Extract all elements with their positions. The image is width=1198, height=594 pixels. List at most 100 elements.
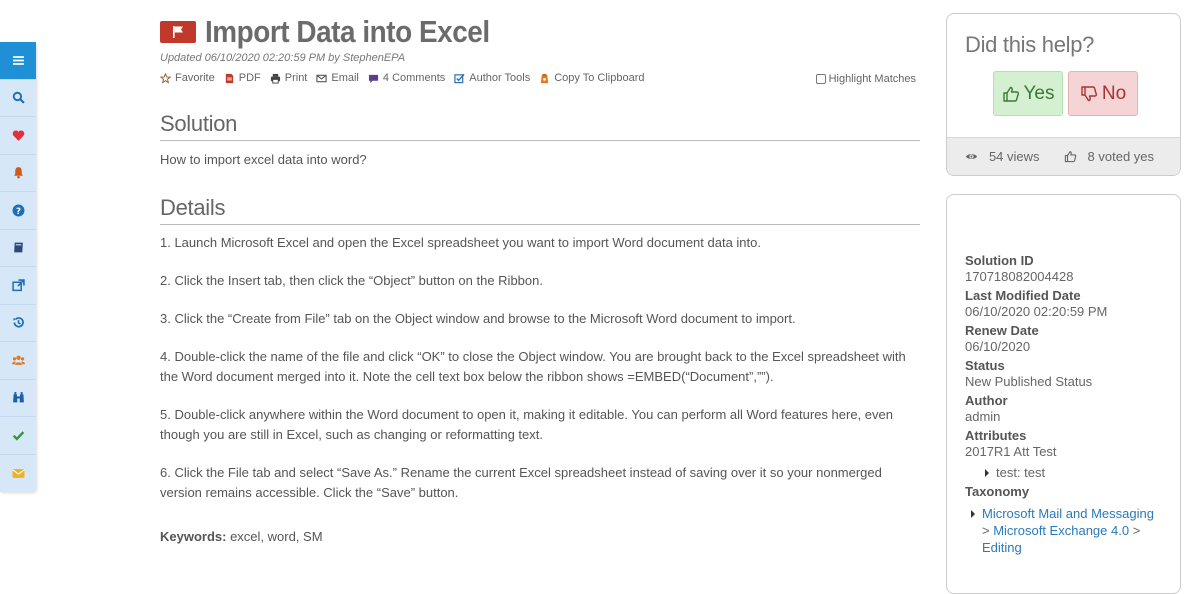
solution-heading: Solution bbox=[160, 111, 920, 141]
step-2: 2. Click the Insert tab, then click the … bbox=[160, 273, 543, 288]
left-toolbar: ? bbox=[0, 42, 36, 492]
keywords-label: Keywords: bbox=[160, 529, 227, 544]
metadata-panel: Solution ID 170718082004428 Last Modifie… bbox=[946, 194, 1181, 594]
pdf-link[interactable]: PDF bbox=[224, 72, 261, 84]
attribute-item-label: test: test bbox=[996, 465, 1046, 480]
favorite-label: Favorite bbox=[175, 72, 215, 84]
step-1: 1. Launch Microsoft Excel and open the E… bbox=[160, 235, 761, 250]
comment-icon bbox=[368, 74, 378, 83]
copy-clipboard-link[interactable]: Copy To Clipboard bbox=[539, 72, 645, 84]
vote-yes-label: Yes bbox=[1023, 82, 1055, 104]
history-button[interactable] bbox=[0, 305, 36, 342]
email-icon bbox=[316, 74, 328, 82]
community-button[interactable] bbox=[0, 342, 36, 380]
email-link[interactable]: Email bbox=[316, 72, 359, 84]
vote-yes-button[interactable]: Yes bbox=[993, 71, 1063, 116]
step-6: 6. Click the File tab and select “Save A… bbox=[160, 465, 882, 500]
action-bar: Favorite PDF Print Email 4 Comments Auth… bbox=[160, 70, 920, 86]
favorite-link[interactable]: Favorite bbox=[160, 72, 215, 84]
envelope-icon bbox=[11, 468, 25, 478]
pdf-icon bbox=[225, 73, 233, 83]
taxonomy-path: Microsoft Mail and Messaging > Microsoft… bbox=[971, 505, 1180, 556]
renew-date-label: Renew Date bbox=[965, 323, 1039, 338]
notifications-button[interactable] bbox=[0, 155, 36, 192]
solution-text: How to import excel data into word? bbox=[160, 152, 367, 167]
browse-button[interactable] bbox=[0, 380, 36, 417]
views-count: 54 views bbox=[988, 149, 1040, 164]
help-button[interactable]: ? bbox=[0, 192, 36, 230]
article-main: Import Data into Excel Updated 06/10/202… bbox=[160, 14, 920, 544]
heart-icon bbox=[12, 130, 24, 141]
check-icon bbox=[12, 430, 24, 441]
external-link-icon bbox=[11, 279, 25, 291]
thumbs-up-small-icon bbox=[1064, 151, 1076, 163]
vote-no-label: No bbox=[1101, 82, 1127, 104]
highlight-label: Highlight Matches bbox=[828, 73, 916, 85]
messages-button[interactable] bbox=[0, 455, 36, 493]
details-heading: Details bbox=[160, 195, 920, 225]
details-steps: 1. Launch Microsoft Excel and open the E… bbox=[160, 233, 920, 503]
pdf-label: PDF bbox=[238, 72, 261, 84]
users-icon bbox=[11, 355, 25, 365]
author-tools-label: Author Tools bbox=[469, 72, 531, 84]
clipboard-icon bbox=[541, 73, 549, 83]
menu-button[interactable] bbox=[0, 42, 36, 80]
knowledge-base-button[interactable] bbox=[0, 230, 36, 267]
solution-id-value: 170718082004428 bbox=[965, 269, 1074, 284]
flag-icon[interactable] bbox=[160, 21, 196, 43]
status-label: Status bbox=[965, 358, 1005, 373]
bell-icon bbox=[13, 167, 23, 179]
question-icon: ? bbox=[12, 204, 24, 217]
binoculars-icon bbox=[12, 392, 24, 403]
status-value: New Published Status bbox=[965, 374, 1093, 389]
step-5: 5. Double-click anywhere within the Word… bbox=[160, 407, 893, 442]
menu-icon bbox=[12, 55, 24, 65]
highlight-matches-toggle[interactable]: Highlight Matches bbox=[815, 73, 916, 85]
author-value: admin bbox=[965, 409, 1001, 424]
attributes-value: 2017R1 Att Test bbox=[965, 444, 1057, 459]
last-modified-value: 06/10/2020 02:20:59 PM bbox=[965, 304, 1108, 319]
views-stat: 54 views bbox=[965, 149, 1048, 164]
edit-check-icon bbox=[454, 73, 465, 83]
author-tools-link[interactable]: Author Tools bbox=[454, 72, 530, 84]
voted-stat: 8 voted yes bbox=[1064, 149, 1163, 164]
search-icon bbox=[12, 92, 25, 104]
print-label: Print bbox=[284, 72, 308, 84]
vote-row: Yes No bbox=[993, 71, 1180, 116]
title-row: Import Data into Excel bbox=[160, 14, 920, 50]
thumbs-down-icon bbox=[1081, 85, 1097, 101]
search-button[interactable] bbox=[0, 80, 36, 117]
taxonomy-link-editing[interactable]: Editing bbox=[982, 540, 1022, 555]
page-title: Import Data into Excel bbox=[205, 14, 490, 49]
svg-text:?: ? bbox=[15, 207, 20, 217]
open-external-button[interactable] bbox=[0, 267, 36, 305]
taxonomy-separator: > bbox=[982, 523, 994, 538]
voted-count: 8 voted yes bbox=[1087, 149, 1155, 164]
taxonomy-separator: > bbox=[1129, 523, 1141, 538]
book-icon bbox=[13, 242, 23, 253]
attribute-item[interactable]: test: test bbox=[985, 465, 1180, 480]
comments-link[interactable]: 4 Comments bbox=[368, 72, 445, 84]
printer-icon bbox=[270, 73, 280, 84]
feedback-title: Did this help? bbox=[965, 32, 1095, 57]
taxonomy-link-mail-messaging[interactable]: Microsoft Mail and Messaging bbox=[982, 505, 1154, 522]
caret-right-icon bbox=[985, 468, 989, 477]
caret-right-icon bbox=[971, 509, 975, 518]
comments-label: 4 Comments bbox=[382, 72, 446, 84]
print-link[interactable]: Print bbox=[270, 72, 308, 84]
highlight-checkbox[interactable] bbox=[815, 74, 826, 84]
renew-date-value: 06/10/2020 bbox=[965, 339, 1031, 354]
author-label: Author bbox=[965, 393, 1008, 408]
favorites-button[interactable] bbox=[0, 117, 36, 155]
keywords-value: excel, word, SM bbox=[226, 529, 323, 544]
history-icon bbox=[12, 317, 24, 328]
eye-icon bbox=[965, 154, 978, 159]
step-3: 3. Click the “Create from File” tab on t… bbox=[160, 311, 796, 326]
thumbs-up-icon bbox=[1002, 86, 1019, 102]
step-4: 4. Double-click the name of the file and… bbox=[160, 349, 906, 384]
vote-no-button[interactable]: No bbox=[1068, 71, 1138, 116]
taxonomy-link-exchange[interactable]: Microsoft Exchange 4.0 bbox=[993, 523, 1129, 538]
approvals-button[interactable] bbox=[0, 417, 36, 455]
star-icon bbox=[160, 72, 171, 84]
taxonomy-label: Taxonomy bbox=[965, 484, 1030, 499]
